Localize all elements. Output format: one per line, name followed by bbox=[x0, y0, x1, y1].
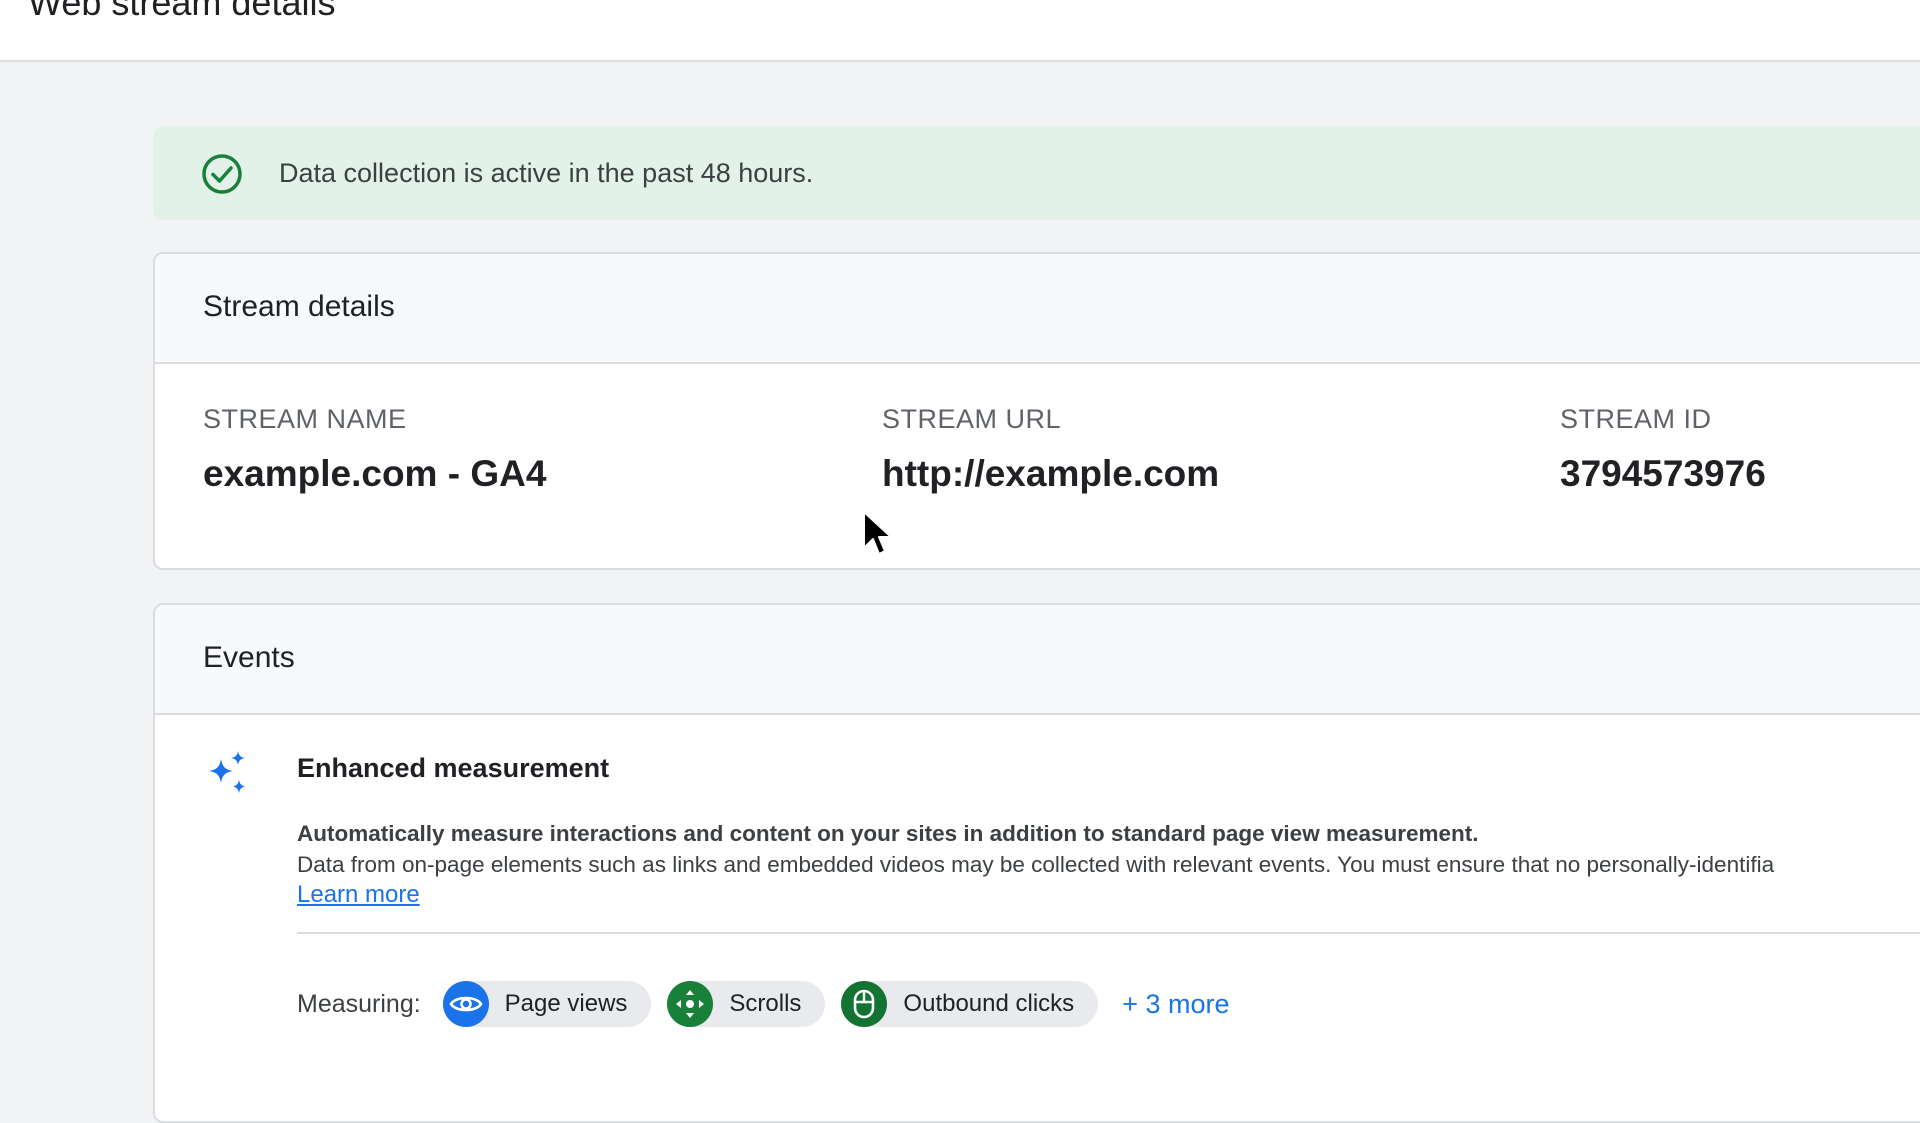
check-circle-icon bbox=[202, 154, 242, 194]
divider bbox=[297, 932, 1920, 934]
scroll-arrows-icon bbox=[667, 981, 714, 1027]
enhanced-measurement-description: Data from on-page elements such as links… bbox=[297, 852, 1775, 877]
stream-url-field: STREAM URL http://example.com bbox=[882, 404, 1219, 495]
stream-details-title: Stream details bbox=[203, 290, 395, 323]
chip-label: Page views bbox=[504, 990, 628, 1017]
events-title: Events bbox=[203, 641, 295, 674]
stream-id-label: STREAM ID bbox=[1560, 404, 1712, 434]
page-title: Web stream details bbox=[28, 0, 336, 23]
chip-label: Scrolls bbox=[729, 990, 802, 1017]
measuring-row: Measuring: Page views Scrolls Outbound c… bbox=[297, 980, 1230, 1028]
measuring-label: Measuring: bbox=[297, 989, 421, 1018]
stream-name-field: STREAM NAME example.com - GA4 bbox=[203, 404, 546, 495]
stream-id-field: STREAM ID 3794573976 bbox=[1560, 404, 1766, 495]
enhanced-measurement-title: Enhanced measurement bbox=[297, 753, 610, 783]
stream-details-card: Stream details STREAM NAME example.com -… bbox=[153, 252, 1920, 570]
stream-name-label: STREAM NAME bbox=[203, 404, 407, 434]
learn-more-link[interactable]: Learn more bbox=[297, 881, 420, 909]
stream-id-value: 3794573976 bbox=[1560, 453, 1766, 494]
chip-scrolls[interactable]: Scrolls bbox=[667, 981, 826, 1027]
chip-label: Outbound clicks bbox=[903, 990, 1075, 1017]
events-card: Events Enhanced measurement Automaticall… bbox=[153, 603, 1920, 1123]
stream-details-header: Stream details bbox=[155, 254, 1920, 364]
chip-page-views[interactable]: Page views bbox=[442, 981, 652, 1027]
stream-url-value: http://example.com bbox=[882, 453, 1220, 494]
events-header: Events bbox=[155, 605, 1920, 715]
status-banner: Data collection is active in the past 48… bbox=[153, 127, 1920, 220]
top-bar: Web stream details bbox=[0, 0, 1920, 62]
banner-text: Data collection is active in the past 48… bbox=[279, 158, 814, 188]
enhanced-measurement-description-bold: Automatically measure interactions and c… bbox=[297, 821, 1479, 846]
eye-icon bbox=[442, 981, 489, 1027]
chip-outbound-clicks[interactable]: Outbound clicks bbox=[841, 981, 1099, 1027]
sparkle-icon bbox=[209, 751, 245, 793]
mouse-icon bbox=[841, 981, 888, 1027]
stream-name-value: example.com - GA4 bbox=[203, 453, 547, 494]
more-chips-link[interactable]: + 3 more bbox=[1122, 989, 1229, 1020]
mouse-cursor-icon bbox=[863, 511, 892, 555]
stream-url-label: STREAM URL bbox=[882, 404, 1062, 434]
